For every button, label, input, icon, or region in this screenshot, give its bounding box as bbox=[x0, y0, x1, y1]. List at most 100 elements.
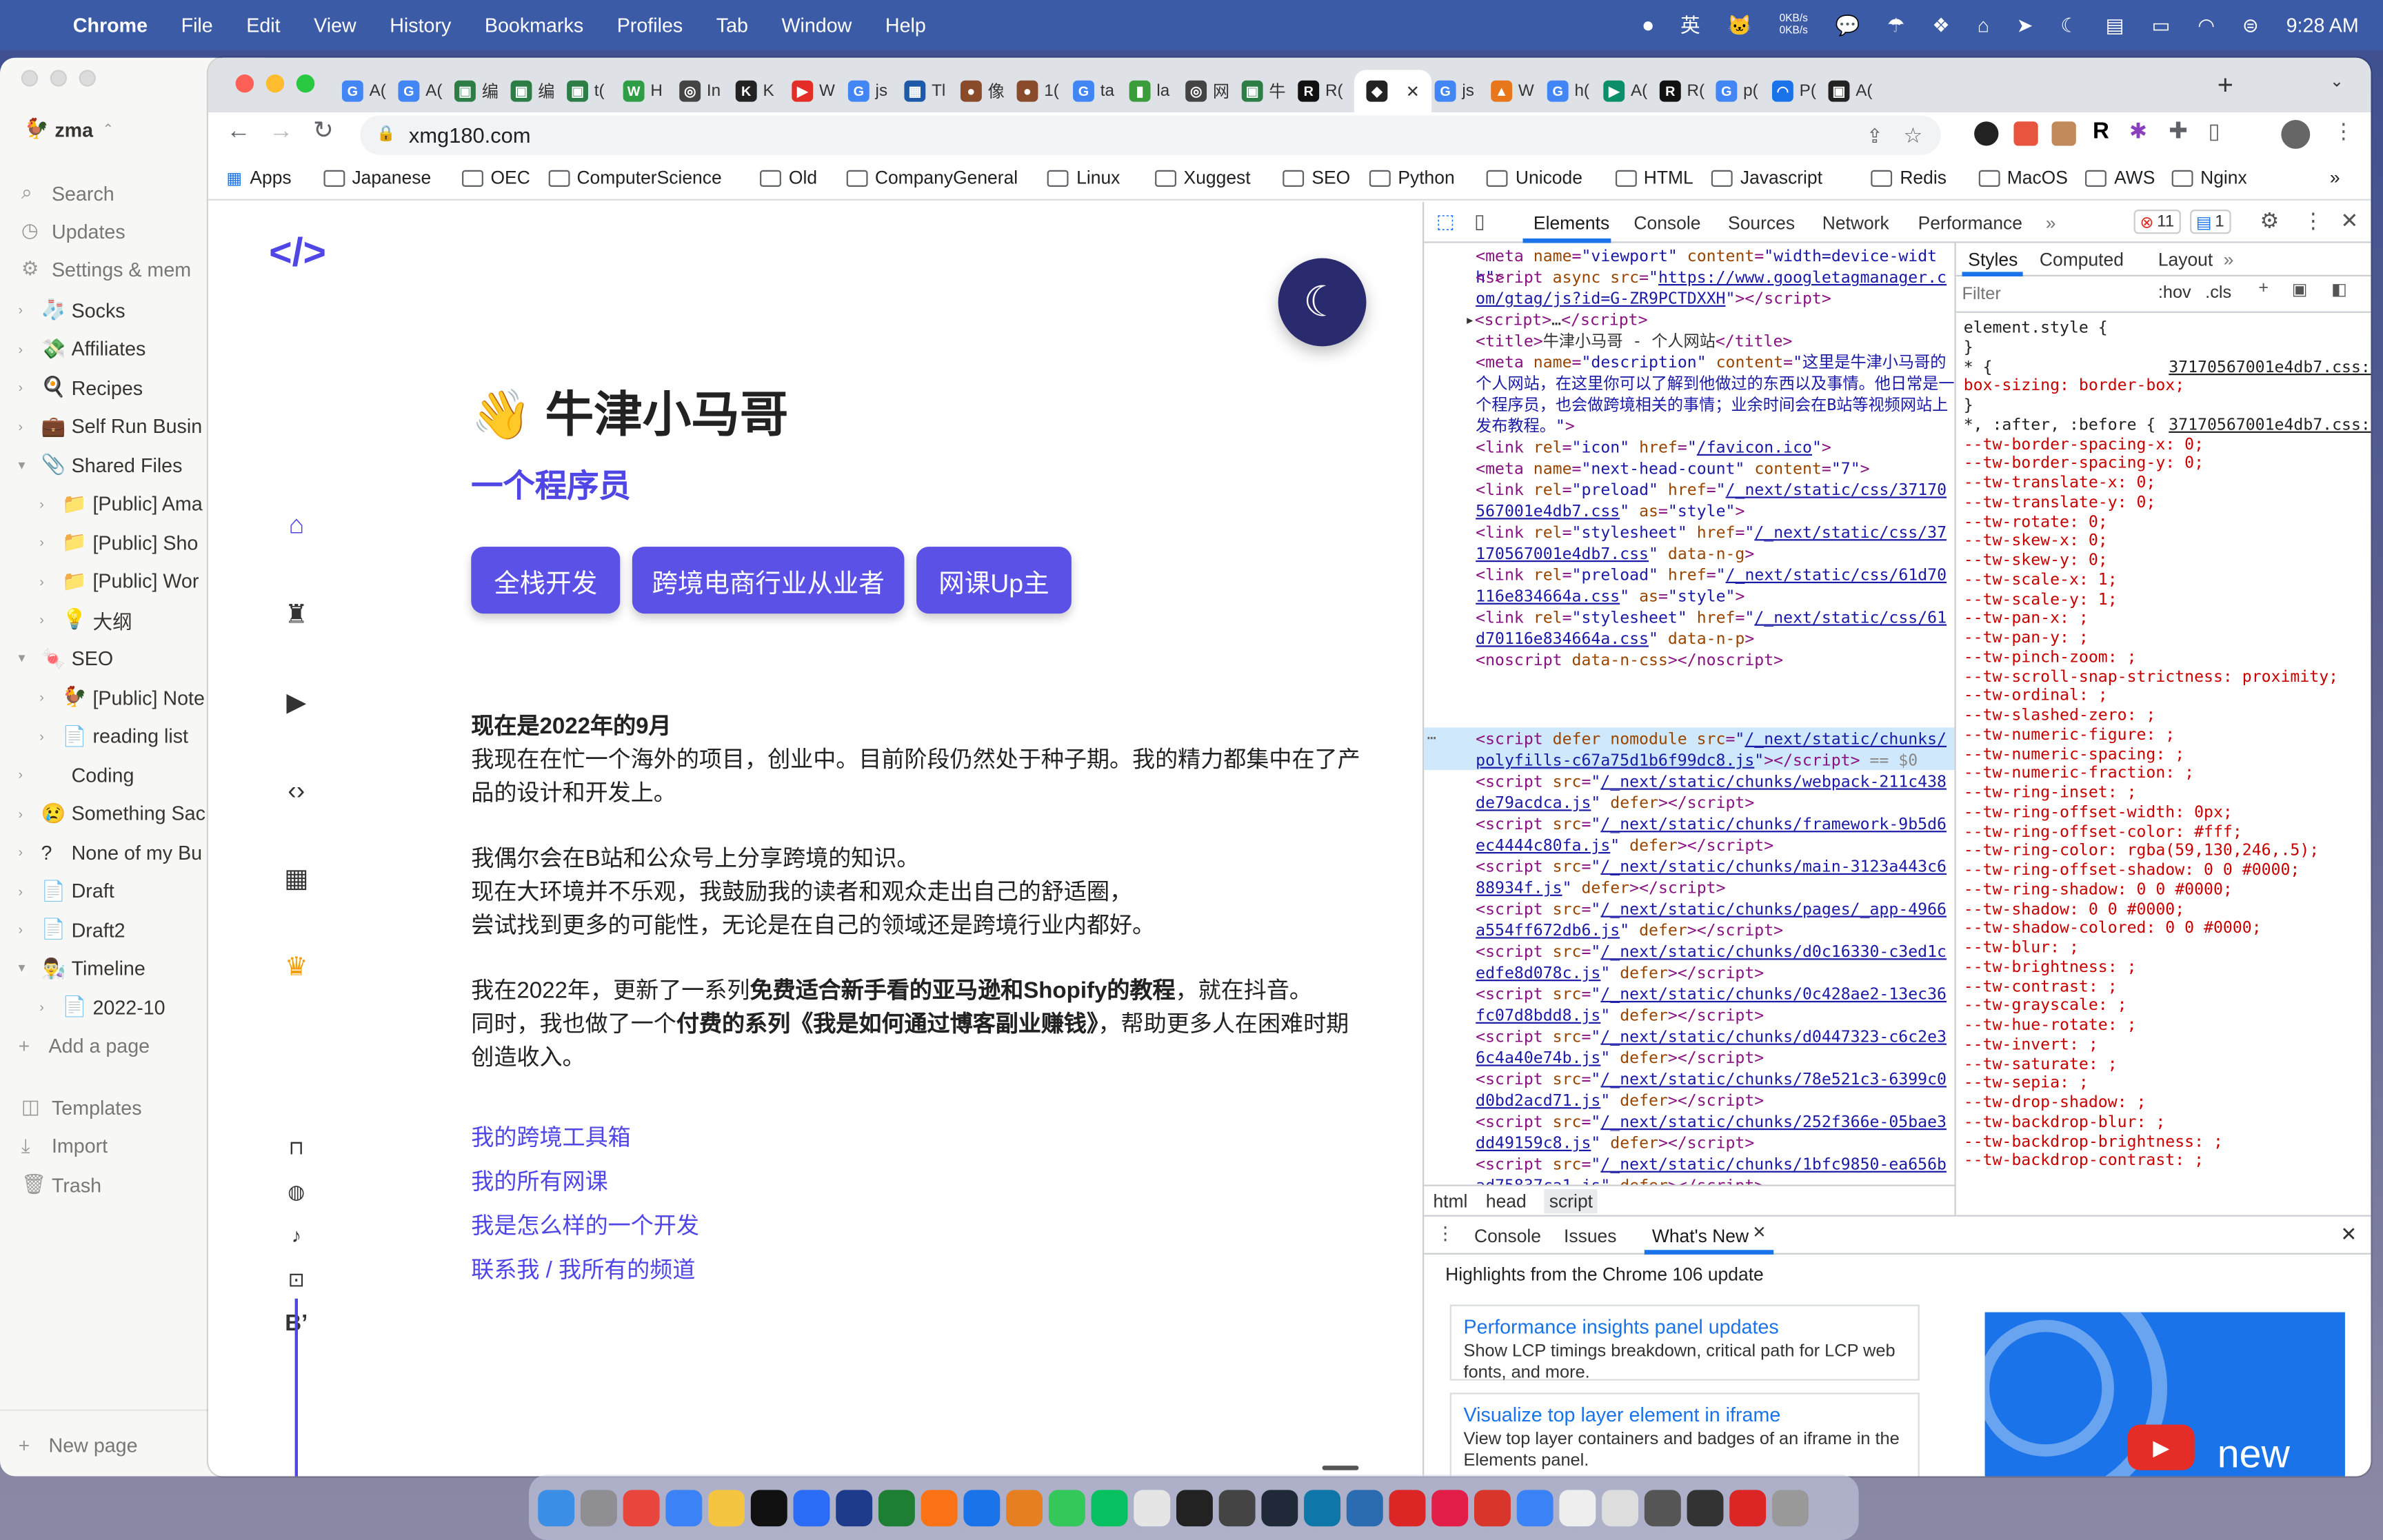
card-title[interactable]: Visualize top layer element in iframe bbox=[1464, 1404, 1906, 1426]
dom-tree[interactable]: ⋯ <meta name="viewport" content="width=d… bbox=[1424, 243, 1955, 1184]
chevron-right-icon[interactable]: › bbox=[18, 806, 36, 821]
dom-node[interactable]: <link rel="stylesheet" href="/_next/stat… bbox=[1476, 607, 1954, 650]
chevron-right-icon[interactable]: › bbox=[39, 1000, 57, 1015]
css-declaration[interactable]: --tw-drop-shadow: ; bbox=[1964, 1093, 2146, 1113]
chevron-right-icon[interactable]: › bbox=[18, 844, 36, 860]
crown-icon[interactable]: ♛ bbox=[281, 951, 312, 981]
dock-app-icon[interactable] bbox=[1474, 1489, 1511, 1526]
more-tabs-icon[interactable]: » bbox=[2046, 212, 2056, 234]
bookmark-python[interactable]: Python bbox=[1369, 167, 1455, 188]
wifi-icon[interactable]: ◠ bbox=[2198, 15, 2215, 35]
browser-tab[interactable]: ▮ la bbox=[1129, 70, 1169, 112]
chevron-right-icon[interactable]: › bbox=[18, 883, 36, 898]
forward-icon[interactable]: → bbox=[269, 119, 293, 144]
css-declaration[interactable]: --tw-scale-x: 1; bbox=[1964, 571, 2118, 590]
qrcode-icon[interactable]: ▦ bbox=[281, 862, 312, 893]
tab-sources[interactable]: Sources bbox=[1728, 212, 1795, 234]
dock-app-icon[interactable] bbox=[1261, 1489, 1298, 1526]
extensions-puzzle-icon[interactable]: ✚ bbox=[2169, 120, 2188, 143]
dock-app-icon[interactable] bbox=[793, 1489, 830, 1526]
dock-app-icon[interactable] bbox=[1134, 1489, 1171, 1526]
dom-node[interactable]: <link rel="preload" href="/_next/static/… bbox=[1476, 565, 1954, 608]
dom-node[interactable]: <link rel="stylesheet" href="/_next/stat… bbox=[1476, 523, 1954, 565]
css-source-link[interactable]: 37170567001e4db7.css:3 bbox=[2169, 358, 2371, 377]
css-declaration[interactable]: --tw-backdrop-brightness: ; bbox=[1964, 1132, 2223, 1151]
dock-app-icon[interactable] bbox=[1176, 1489, 1213, 1526]
css-declaration[interactable]: --tw-scale-y: 1; bbox=[1964, 590, 2118, 609]
css-declaration[interactable]: --tw-numeric-figure: ; bbox=[1964, 726, 2175, 745]
bookmark-unicode[interactable]: Unicode bbox=[1487, 167, 1582, 188]
tab-performance[interactable]: Performance bbox=[1918, 212, 2022, 234]
browser-tab[interactable]: Gh( bbox=[1547, 70, 1589, 112]
chevron-right-icon[interactable]: › bbox=[39, 574, 57, 589]
building-icon[interactable]: ⌂ bbox=[1978, 15, 1989, 35]
css-declaration[interactable]: * {37170567001e4db7.css:3 bbox=[1964, 358, 2371, 377]
bookmark-companygeneral[interactable]: CompanyGeneral bbox=[845, 167, 1018, 188]
dom-node[interactable]: <script src="/_next/static/chunks/0c428a… bbox=[1476, 984, 1954, 1027]
css-declaration[interactable]: --tw-skew-y: 0; bbox=[1964, 551, 2108, 571]
css-declaration[interactable]: } bbox=[1964, 396, 1973, 416]
css-declaration[interactable]: --tw-ring-color: rgba(59,130,246,.5); bbox=[1964, 842, 2320, 861]
pill-ecommerce[interactable]: 跨境电商行业从业者 bbox=[632, 547, 905, 614]
node-more-icon[interactable]: ⋯ bbox=[1427, 729, 1436, 751]
clipboard-icon[interactable]: ▤ bbox=[2106, 15, 2124, 35]
css-declaration[interactable]: --tw-border-spacing-y: 0; bbox=[1964, 454, 2204, 474]
dom-node[interactable]: <link rel="icon" href="/favicon.ico"> bbox=[1476, 438, 1954, 459]
dock-app-icon[interactable] bbox=[1687, 1489, 1724, 1526]
bookmark-japanese[interactable]: Japanese bbox=[323, 167, 431, 188]
chevron-down-icon[interactable]: ▾ bbox=[18, 960, 36, 976]
dropbox-icon[interactable]: ❖ bbox=[1932, 15, 1950, 35]
dock-app-icon[interactable] bbox=[836, 1489, 873, 1526]
dom-node[interactable]: <link rel="preload" href="/_next/static/… bbox=[1476, 480, 1954, 523]
dom-node[interactable]: <script async src="https://www.googletag… bbox=[1476, 267, 1954, 310]
drawer-tab-issues[interactable]: Issues bbox=[1564, 1226, 1616, 1247]
css-declaration[interactable]: --tw-shadow-colored: 0 0 #0000; bbox=[1964, 919, 2262, 938]
css-declaration[interactable]: --tw-pan-y: ; bbox=[1964, 629, 2089, 648]
css-declaration[interactable]: --tw-grayscale: ; bbox=[1964, 997, 2127, 1016]
reload-icon[interactable]: ↻ bbox=[313, 119, 334, 144]
share-icon[interactable]: ⇪ bbox=[1867, 125, 1883, 145]
dock-app-icon[interactable] bbox=[963, 1489, 1001, 1526]
tab-console[interactable]: Console bbox=[1633, 212, 1700, 234]
menu-bookmarks[interactable]: Bookmarks bbox=[485, 14, 583, 37]
dock-app-icon[interactable] bbox=[580, 1489, 617, 1526]
bookmark-linux[interactable]: Linux bbox=[1047, 167, 1120, 188]
styles-filter-input[interactable] bbox=[1962, 282, 2144, 307]
dom-node[interactable]: ▸<script>…</script> bbox=[1465, 310, 1944, 331]
menu-profiles[interactable]: Profiles bbox=[617, 14, 683, 37]
browser-tab[interactable]: G A( bbox=[341, 70, 386, 112]
bookmark-nginx[interactable]: Nginx bbox=[2171, 167, 2247, 188]
css-declaration[interactable]: --tw-contrast: ; bbox=[1964, 977, 2118, 997]
css-declaration[interactable]: --tw-numeric-fraction: ; bbox=[1964, 764, 2194, 784]
kebab-menu-icon[interactable]: ⋮ bbox=[2333, 120, 2354, 141]
new-tab-icon[interactable]: + bbox=[2218, 72, 2233, 99]
browser-tab[interactable]: ▣ 编 bbox=[510, 70, 554, 112]
sidebar-toggle-icon[interactable]: ◧ bbox=[2331, 282, 2347, 299]
bookmark-html[interactable]: HTML bbox=[1614, 167, 1693, 188]
css-declaration[interactable]: --tw-rotate: 0; bbox=[1964, 513, 2108, 532]
tab-styles[interactable]: Styles bbox=[1968, 249, 2018, 270]
more-bookmarks-icon[interactable]: » bbox=[2330, 167, 2340, 188]
browser-tab[interactable]: ◎ 网 bbox=[1185, 70, 1229, 112]
dock-app-icon[interactable] bbox=[1431, 1489, 1469, 1526]
css-declaration[interactable]: *, :after, :before {37170567001e4db7.css… bbox=[1964, 416, 2371, 435]
css-declaration[interactable]: --tw-ring-offset-color: #fff; bbox=[1964, 822, 2242, 842]
dock-app-icon[interactable] bbox=[1644, 1489, 1681, 1526]
wechat-icon[interactable]: ◍ bbox=[281, 1175, 312, 1206]
dom-node[interactable]: <noscript data-n-css></noscript> bbox=[1476, 650, 1954, 671]
css-declaration[interactable]: --tw-ring-offset-shadow: 0 0 #0000; bbox=[1964, 861, 2300, 880]
bookmark-computerscience[interactable]: ComputerScience bbox=[547, 167, 722, 188]
dock-app-icon[interactable] bbox=[1559, 1489, 1596, 1526]
close-drawer-icon[interactable]: ✕ bbox=[2340, 1224, 2357, 1244]
more-styles-tabs-icon[interactable]: » bbox=[2224, 249, 2234, 270]
bookmark-xuggest[interactable]: Xuggest bbox=[1154, 167, 1251, 188]
dock-app-icon[interactable] bbox=[921, 1489, 958, 1526]
close-devtools-icon[interactable]: ✕ bbox=[2340, 210, 2358, 231]
tab-elements[interactable]: Elements bbox=[1534, 212, 1609, 234]
youtube-play-icon[interactable]: ▶ bbox=[2127, 1424, 2195, 1470]
css-declaration[interactable]: --tw-ring-shadow: 0 0 #0000; bbox=[1964, 880, 2233, 900]
inspect-element-icon[interactable]: ⬚ bbox=[1436, 211, 1455, 231]
moon-icon[interactable]: ☾ bbox=[2060, 15, 2078, 35]
css-declaration[interactable]: --tw-sepia: ; bbox=[1964, 1074, 2089, 1093]
css-declaration[interactable]: --tw-scroll-snap-strictness: proximity; bbox=[1964, 667, 2338, 687]
